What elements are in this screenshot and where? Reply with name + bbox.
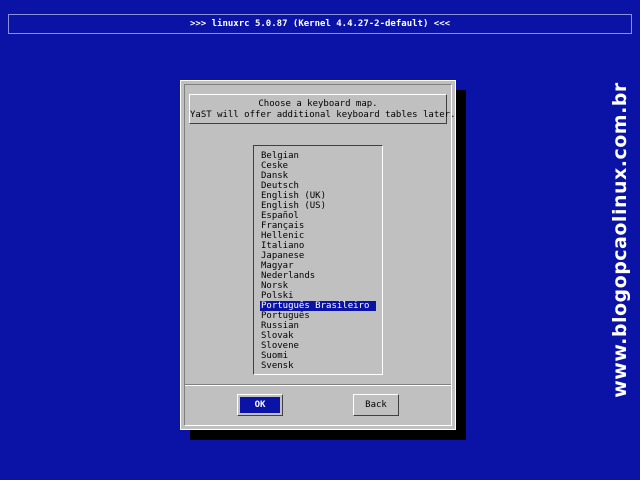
keyboard-map-item[interactable]: Russian bbox=[260, 321, 376, 331]
keyboard-map-item[interactable]: Español bbox=[260, 211, 376, 221]
keyboard-map-item[interactable]: Slovak bbox=[260, 331, 376, 341]
dialog-divider bbox=[185, 384, 451, 386]
keyboard-map-item[interactable]: Français bbox=[260, 221, 376, 231]
keyboard-map-item[interactable]: Nederlands bbox=[260, 271, 376, 281]
dialog-message: Choose a keyboard map. YaST will offer a… bbox=[189, 94, 456, 124]
keyboard-map-item[interactable]: Belgian bbox=[260, 151, 376, 161]
keyboard-map-item[interactable]: Ceske bbox=[260, 161, 376, 171]
keyboard-map-item[interactable]: Português bbox=[260, 311, 376, 321]
keyboard-map-item[interactable]: Svensk bbox=[260, 361, 376, 371]
keyboard-map-item[interactable]: Magyar bbox=[260, 261, 376, 271]
back-button[interactable]: Back bbox=[353, 394, 399, 416]
keyboard-map-item[interactable]: Norsk bbox=[260, 281, 376, 291]
back-button-label: Back bbox=[365, 400, 387, 410]
keyboard-map-item[interactable]: English (US) bbox=[260, 201, 376, 211]
keyboard-map-item[interactable]: Português Brasileiro bbox=[260, 301, 376, 311]
ok-button[interactable]: OK bbox=[237, 394, 283, 416]
linuxrc-title: >>> linuxrc 5.0.87 (Kernel 4.4.27-2-defa… bbox=[189, 19, 451, 29]
dialog-message-line-2: YaST will offer additional keyboard tabl… bbox=[190, 110, 456, 120]
keyboard-map-item[interactable]: Hellenic bbox=[260, 231, 376, 241]
linuxrc-title-bar: >>> linuxrc 5.0.87 (Kernel 4.4.27-2-defa… bbox=[8, 14, 632, 34]
keyboard-map-item[interactable]: Slovene bbox=[260, 341, 376, 351]
keyboard-map-item[interactable]: Italiano bbox=[260, 241, 376, 251]
dialog-message-line-1: Choose a keyboard map. bbox=[258, 99, 378, 109]
site-watermark: www.blogopcaolinux.com.br bbox=[609, 82, 631, 398]
keyboard-map-item[interactable]: Deutsch bbox=[260, 181, 376, 191]
keyboard-map-item[interactable]: English (UK) bbox=[260, 191, 376, 201]
keyboard-map-dialog: Choose a keyboard map. YaST will offer a… bbox=[180, 80, 456, 430]
keyboard-map-list[interactable]: Belgian Ceske Dansk Deutsch English (UK) Engl… bbox=[253, 145, 383, 375]
keyboard-map-item[interactable]: Japanese bbox=[260, 251, 376, 261]
keyboard-map-list-items: Belgian Ceske Dansk Deutsch English (UK) Engl… bbox=[260, 151, 376, 371]
ok-button-label: OK bbox=[240, 397, 280, 413]
keyboard-map-item[interactable]: Suomi bbox=[260, 351, 376, 361]
keyboard-map-item[interactable]: Dansk bbox=[260, 171, 376, 181]
keyboard-map-item[interactable]: Polski bbox=[260, 291, 376, 301]
